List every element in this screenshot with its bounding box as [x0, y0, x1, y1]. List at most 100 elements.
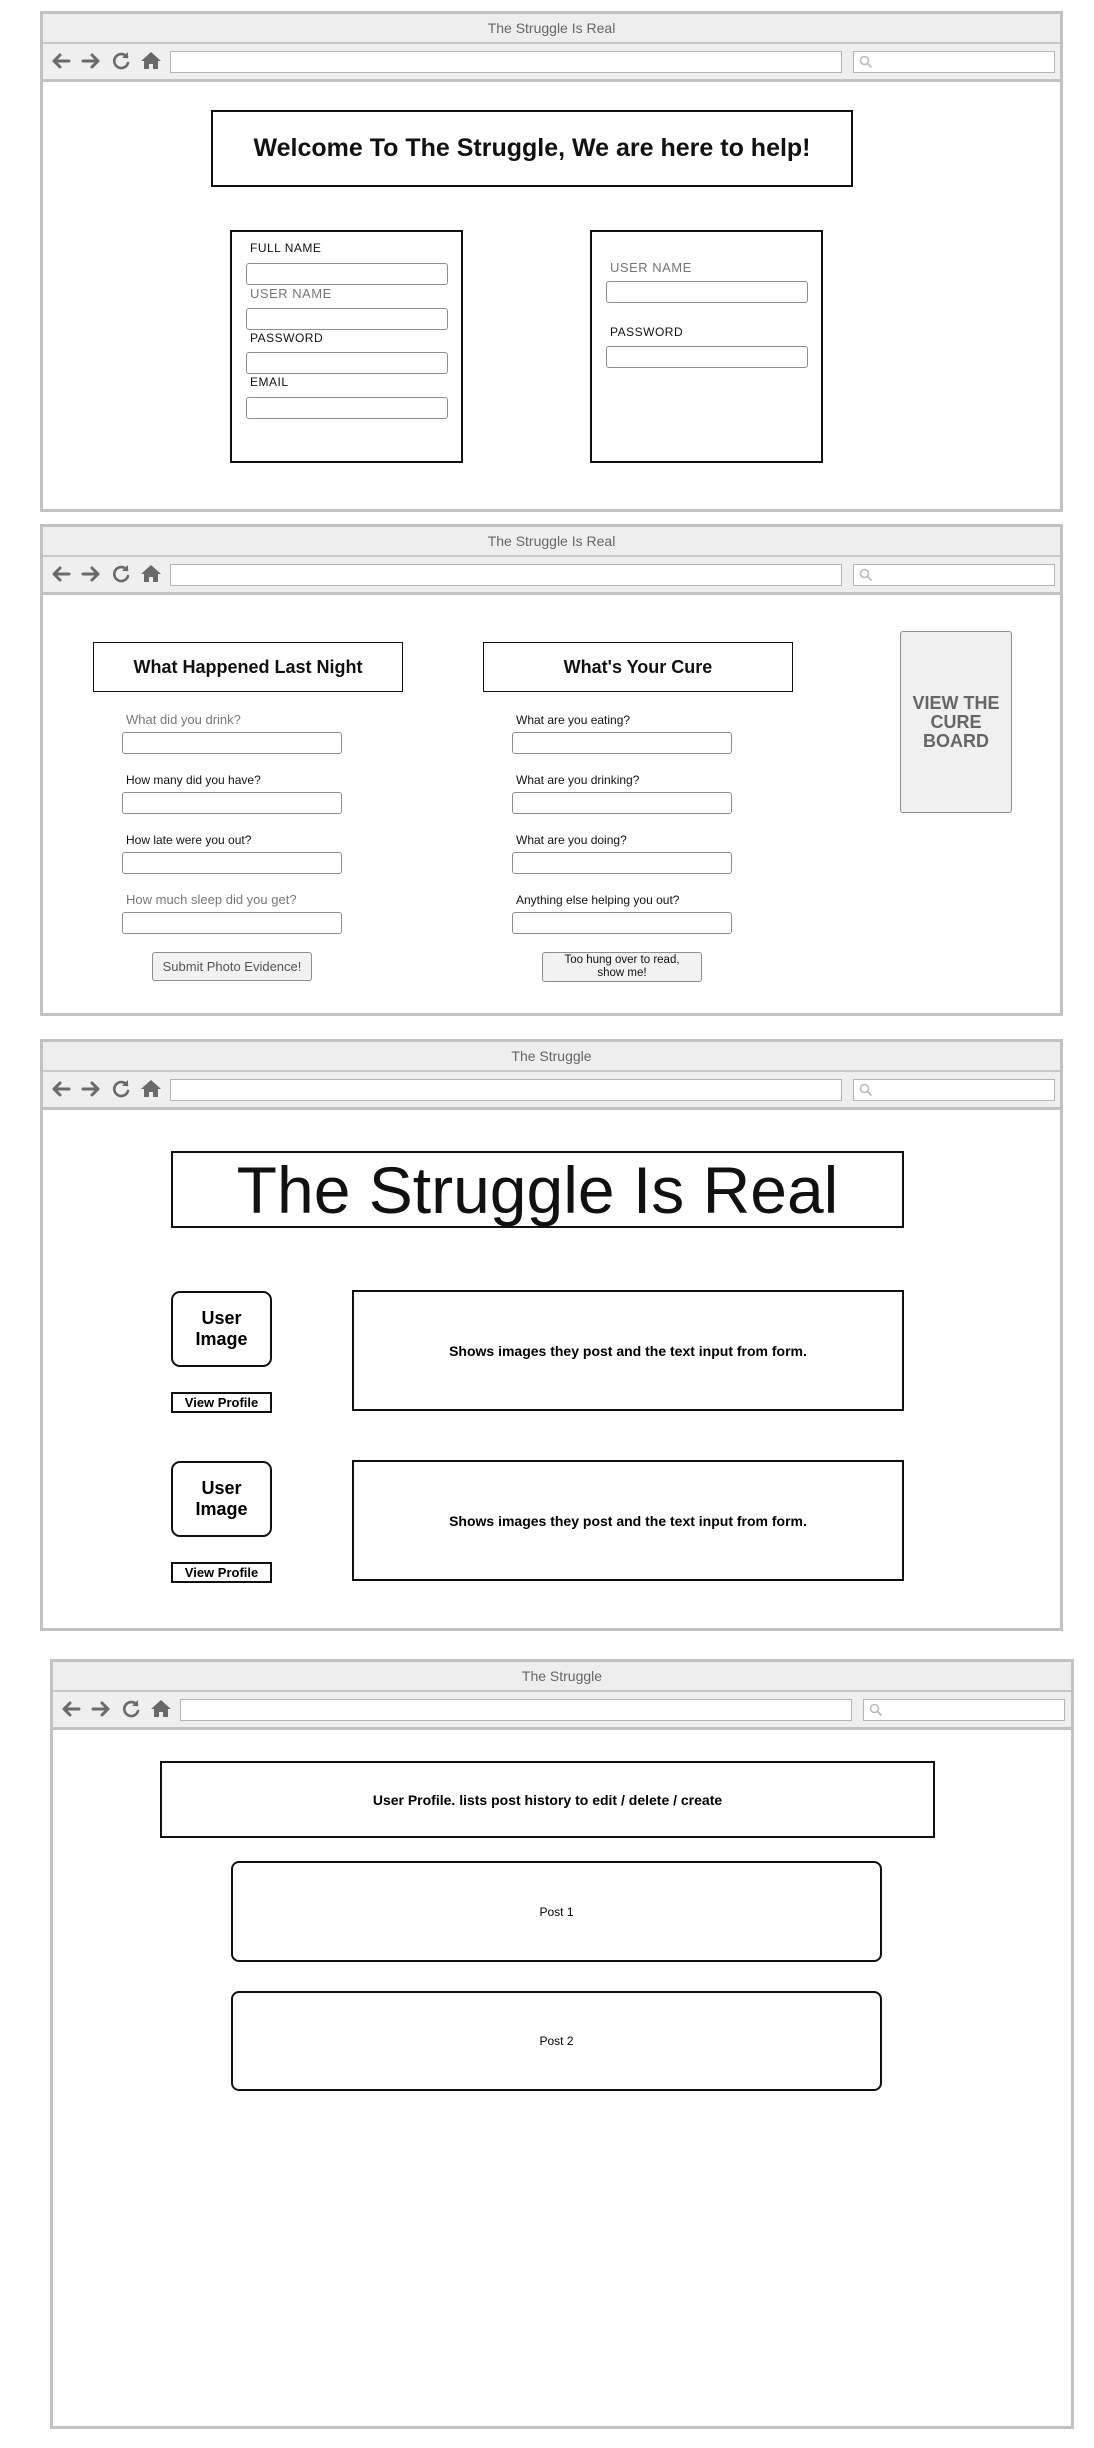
arrow-right-icon[interactable]: [79, 49, 103, 73]
cure-board-line3: BOARD: [923, 731, 989, 751]
post-card-title: Post 2: [539, 2034, 574, 2048]
search-box[interactable]: [853, 564, 1055, 586]
home-icon[interactable]: [139, 562, 163, 586]
post-content-text: Shows images they post and the text inpu…: [449, 1342, 807, 1359]
search-icon: [859, 1083, 873, 1097]
login-user-name-field[interactable]: [606, 281, 808, 303]
browser-window-signup: The Struggle Is Real Welcome To The Stru…: [40, 11, 1063, 512]
address-bar[interactable]: [180, 1699, 852, 1721]
cure-heading-box: What's Your Cure: [483, 642, 793, 692]
last-night-heading: What Happened Last Night: [133, 656, 363, 677]
search-icon: [859, 568, 873, 582]
search-icon: [869, 1703, 883, 1717]
user-image-line2: Image: [195, 1499, 248, 1519]
login-form: USER NAME PASSWORD: [590, 230, 823, 463]
sleep-label: How much sleep did you get?: [126, 892, 297, 907]
user-image-line2: Image: [195, 1329, 248, 1349]
post-content-box: Shows images they post and the text inpu…: [352, 1290, 904, 1411]
reload-icon[interactable]: [109, 1077, 133, 1101]
post-card-title: Post 1: [539, 1904, 574, 1919]
eating-field[interactable]: [512, 732, 732, 754]
user-image-line1: User: [201, 1308, 242, 1328]
cure-board-line1: VIEW THE: [912, 693, 1000, 713]
window-title: The Struggle Is Real: [43, 527, 1060, 557]
view-profile-label: View Profile: [184, 1565, 259, 1580]
profile-heading: User Profile. lists post history to edit…: [372, 1791, 723, 1808]
cure-board-line2: CURE: [930, 712, 982, 732]
view-cure-board-button[interactable]: VIEW THE CURE BOARD: [900, 631, 1012, 813]
view-profile-button[interactable]: View Profile: [171, 1392, 272, 1413]
else-helping-label: Anything else helping you out?: [516, 893, 680, 907]
browser-toolbar: [53, 1692, 1071, 1730]
password-field[interactable]: [246, 352, 448, 374]
browser-window-profile: The Struggle User Profile. lists post hi…: [50, 1659, 1074, 2429]
user-image: User Image: [171, 1291, 272, 1367]
banner-box: The Struggle Is Real: [171, 1151, 904, 1228]
login-password-field[interactable]: [606, 346, 808, 368]
reload-icon[interactable]: [119, 1697, 143, 1721]
signup-form: FULL NAME USER NAME PASSWORD EMAIL: [230, 230, 463, 463]
full-name-label: FULL NAME: [250, 241, 322, 255]
profile-heading-box: User Profile. lists post history to edit…: [160, 1761, 935, 1838]
cure-heading: What's Your Cure: [563, 656, 713, 677]
submit-photo-button[interactable]: Submit Photo Evidence!: [152, 952, 312, 981]
browser-toolbar: [43, 1072, 1060, 1110]
search-box[interactable]: [853, 1079, 1055, 1101]
user-image-line1: User: [201, 1478, 242, 1498]
arrow-right-icon[interactable]: [79, 1077, 103, 1101]
drink-question-label: What did you drink?: [126, 712, 241, 727]
last-night-heading-box: What Happened Last Night: [93, 642, 403, 692]
welcome-heading: Welcome To The Struggle, We are here to …: [253, 134, 811, 162]
welcome-heading-box: Welcome To The Struggle, We are here to …: [211, 110, 853, 187]
arrow-left-icon[interactable]: [49, 562, 73, 586]
reload-icon[interactable]: [109, 562, 133, 586]
doing-field[interactable]: [512, 852, 732, 874]
drinking-label: What are you drinking?: [516, 773, 640, 787]
else-helping-field[interactable]: [512, 912, 732, 934]
password-label: PASSWORD: [250, 331, 324, 345]
how-late-label: How late were you out?: [126, 833, 252, 847]
sleep-field[interactable]: [122, 912, 342, 934]
full-name-field[interactable]: [246, 263, 448, 285]
search-box[interactable]: [853, 51, 1055, 73]
window-title: The Struggle Is Real: [43, 14, 1060, 44]
reload-icon[interactable]: [109, 49, 133, 73]
show-me-button[interactable]: Too hung over to read, show me!: [542, 952, 702, 982]
view-profile-label: View Profile: [184, 1395, 259, 1410]
user-name-label: USER NAME: [250, 286, 332, 301]
login-user-name-label: USER NAME: [610, 260, 692, 275]
post-content-text: Shows images they post and the text inpu…: [449, 1512, 807, 1529]
arrow-right-icon[interactable]: [89, 1697, 113, 1721]
home-icon[interactable]: [149, 1697, 173, 1721]
post-card[interactable]: Post 1: [231, 1861, 882, 1962]
login-password-label: PASSWORD: [610, 325, 684, 339]
eating-label: What are you eating?: [516, 713, 631, 727]
arrow-left-icon[interactable]: [49, 49, 73, 73]
show-me-line2: show me!: [597, 967, 647, 979]
drink-field[interactable]: [122, 732, 342, 754]
browser-window-log: The Struggle Is Real What Happened Last …: [40, 524, 1063, 1016]
email-field[interactable]: [246, 397, 448, 419]
how-late-field[interactable]: [122, 852, 342, 874]
window-title: The Struggle: [53, 1662, 1071, 1692]
doing-label: What are you doing?: [516, 833, 627, 847]
how-many-field[interactable]: [122, 792, 342, 814]
arrow-right-icon[interactable]: [79, 562, 103, 586]
arrow-left-icon[interactable]: [59, 1697, 83, 1721]
search-box[interactable]: [863, 1699, 1065, 1721]
home-icon[interactable]: [139, 49, 163, 73]
show-me-line1: Too hung over to read,: [564, 954, 680, 966]
address-bar[interactable]: [170, 564, 842, 586]
drinking-field[interactable]: [512, 792, 732, 814]
post-card[interactable]: Post 2: [231, 1991, 882, 2091]
user-name-field[interactable]: [246, 308, 448, 330]
address-bar[interactable]: [170, 1079, 842, 1101]
home-icon[interactable]: [139, 1077, 163, 1101]
window-title: The Struggle: [43, 1042, 1060, 1072]
banner-title: The Struggle Is Real: [236, 1152, 839, 1227]
arrow-left-icon[interactable]: [49, 1077, 73, 1101]
browser-toolbar: [43, 44, 1060, 82]
view-profile-button[interactable]: View Profile: [171, 1562, 272, 1583]
address-bar[interactable]: [170, 51, 842, 73]
submit-photo-label: Submit Photo Evidence!: [162, 959, 302, 974]
